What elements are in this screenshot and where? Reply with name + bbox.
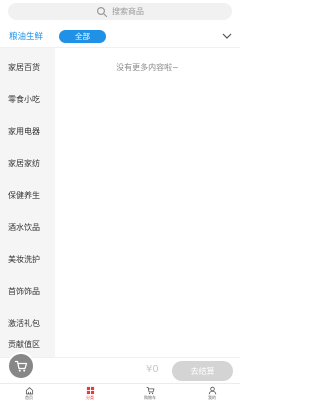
tab-label: 分类 [86, 395, 94, 400]
home-icon [25, 387, 33, 395]
sidebar-item-label: 保健养生 [8, 190, 40, 200]
sidebar-item[interactable]: 家用电器 [0, 121, 55, 141]
category-title[interactable]: 粮油生鲜 [9, 30, 43, 42]
user-icon [208, 386, 216, 395]
sidebar-item[interactable]: 首饰饰品 [0, 281, 55, 301]
search-placeholder: 搜索商品 [112, 7, 144, 16]
search-input[interactable]: 搜索商品 [8, 3, 232, 20]
chip-all[interactable]: 全部 [59, 30, 106, 43]
sidebar-item[interactable]: 贡献值区 [0, 334, 55, 354]
sidebar-item-label: 贡献值区 [8, 339, 40, 349]
sidebar: 家居百货 零食小吃 家用电器 家居家纺 保健养生 酒水饮品 美妆洗护 首饰饰品 … [0, 48, 55, 366]
checkout-button[interactable]: 去结算 [172, 361, 233, 381]
cart-total: ¥0 [146, 364, 159, 375]
cart-float-button[interactable] [7, 352, 35, 380]
tab-label: 我的 [208, 395, 216, 400]
sidebar-item[interactable]: 家居家纺 [0, 153, 55, 173]
tab-label: 首页 [25, 395, 33, 400]
tab-home[interactable]: 首页 [5, 384, 53, 400]
sidebar-item[interactable]: 家居百货 [0, 57, 55, 77]
sidebar-item[interactable]: 零食小吃 [0, 89, 55, 109]
chevron-down-icon[interactable] [222, 33, 232, 40]
category-icon [86, 386, 94, 395]
product-list: 没有更多内容啦~ [55, 48, 240, 366]
sidebar-item-label: 美妆洗护 [8, 254, 40, 264]
search-bar: 搜索商品 [0, 0, 240, 26]
sidebar-item[interactable]: 激活礼包 [0, 313, 55, 333]
sidebar-item-label: 酒水饮品 [8, 222, 40, 232]
sidebar-item-label: 激活礼包 [8, 318, 40, 328]
sidebar-item-label: 家居百货 [8, 62, 40, 72]
sidebar-item[interactable]: 保健养生 [0, 185, 55, 205]
empty-message: 没有更多内容啦~ [116, 63, 179, 72]
sidebar-item-label: 零食小吃 [8, 94, 40, 104]
cart-icon [14, 360, 28, 372]
tab-category[interactable]: 分类 [66, 384, 114, 400]
sidebar-item[interactable]: 美妆洗护 [0, 249, 55, 269]
sidebar-item-label: 首饰饰品 [8, 286, 40, 296]
search-icon [96, 6, 108, 17]
tab-cart[interactable]: 购物车 [126, 384, 174, 400]
top-category-bar: 粮油生鲜 全部 [0, 26, 240, 48]
cart-icon [146, 387, 154, 395]
sidebar-item-label: 家用电器 [8, 126, 40, 136]
tab-label: 购物车 [144, 395, 156, 400]
sidebar-item-label: 家居家纺 [8, 158, 40, 168]
cart-bar: ¥0 去结算 [0, 357, 240, 382]
tab-bar: 首页 分类 购物车 我的 [0, 383, 240, 400]
tab-profile[interactable]: 我的 [188, 384, 236, 400]
sidebar-item[interactable]: 酒水饮品 [0, 217, 55, 237]
